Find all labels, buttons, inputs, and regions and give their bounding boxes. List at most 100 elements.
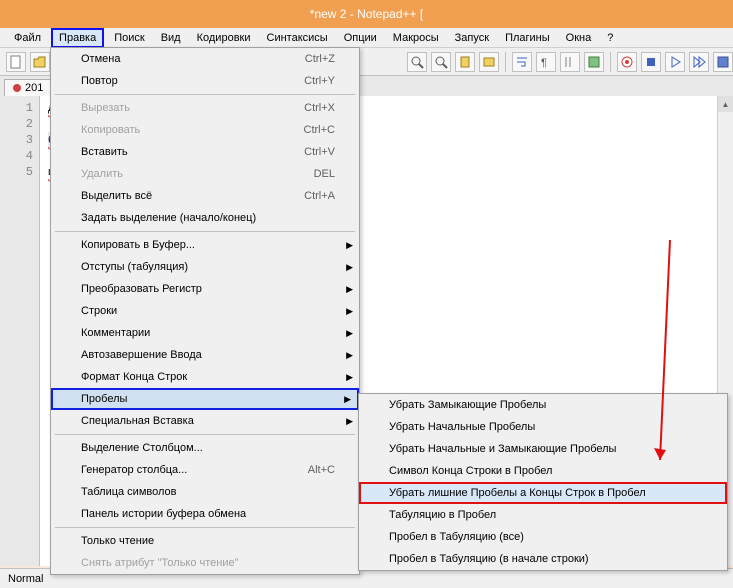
menu-item-label: Выделение Столбцом... (81, 442, 335, 454)
submenu-arrow-icon: ▶ (346, 372, 353, 383)
menu-item-label: Панель истории буфера обмена (81, 508, 335, 520)
menu-item-label: Табуляцию в Пробел (389, 509, 703, 521)
menu-item-label: Выделить всё (81, 190, 264, 202)
menu-item[interactable]: Табуляцию в Пробел (359, 504, 727, 526)
save-macro-icon[interactable] (713, 52, 733, 72)
menu-item[interactable]: Плагины (499, 30, 556, 46)
menu-item-label: Снять атрибут "Только чтение" (81, 557, 335, 569)
zoom-in-icon[interactable] (407, 52, 427, 72)
menu-item-label: Строки (81, 305, 335, 317)
toolbar-separator (610, 52, 611, 72)
menu-item: Снять атрибут "Только чтение" (51, 552, 359, 574)
menu-item: ВырезатьCtrl+X (51, 97, 359, 119)
menu-shortcut: Alt+C (308, 464, 335, 476)
menu-item[interactable]: ПовторCtrl+Y (51, 70, 359, 92)
menu-item[interactable]: Пробелы▶ (51, 388, 359, 410)
menu-item[interactable]: Вставить Ctrl+V (51, 141, 359, 163)
spaces-submenu: Убрать Замыкающие Пробелы Убрать Начальны… (358, 393, 728, 571)
menu-item[interactable]: Формат Конца Строк ▶ (51, 366, 359, 388)
menu-item[interactable]: Символ Конца Строки в Пробел (359, 460, 727, 482)
tab-label: 201 (25, 82, 43, 94)
menu-shortcut: Ctrl+X (304, 102, 335, 114)
menu-item[interactable]: Таблица символов (51, 481, 359, 503)
toolbar-separator (505, 52, 506, 72)
menu-separator (55, 527, 355, 528)
menu-item[interactable]: Опции (338, 30, 383, 46)
menu-item-label: Символ Конца Строки в Пробел (389, 465, 703, 477)
play-icon[interactable] (665, 52, 685, 72)
menu-item[interactable]: Запуск (449, 30, 495, 46)
menu-item-label: Пробел в Табуляцию (в начале строки) (389, 553, 703, 565)
menu-shortcut: Ctrl+A (304, 190, 335, 202)
show-chars-icon[interactable]: ¶ (536, 52, 556, 72)
file-tab[interactable]: 201 (4, 79, 52, 96)
menu-item-label: Задать выделение (начало/конец) (81, 212, 335, 224)
menu-item-label: Генератор столбца... (81, 464, 268, 476)
menu-item: УдалитьDEL (51, 163, 359, 185)
menu-item[interactable]: Окна (560, 30, 598, 46)
line-number: 1 (0, 100, 39, 116)
line-number: 2 (0, 116, 39, 132)
menu-item[interactable]: Пробел в Табуляцию (в начале строки) (359, 548, 727, 570)
indent-guide-icon[interactable] (560, 52, 580, 72)
menu-item[interactable]: Генератор столбца... Alt+C (51, 459, 359, 481)
menu-item[interactable]: Выделить всё Ctrl+A (51, 185, 359, 207)
menu-item[interactable]: Комментарии▶ (51, 322, 359, 344)
menu-item[interactable]: Панель истории буфера обмена (51, 503, 359, 525)
menu-shortcut: Ctrl+Z (305, 53, 335, 65)
menu-item-label: Формат Конца Строк (81, 371, 335, 383)
menu-item[interactable]: Отступы (табуляция)▶ (51, 256, 359, 278)
submenu-arrow-icon: ▶ (346, 262, 353, 273)
lang-icon[interactable] (584, 52, 604, 72)
menu-item[interactable]: Выделение Столбцом... (51, 437, 359, 459)
menu-item[interactable]: Правка (51, 28, 104, 48)
new-file-icon[interactable] (6, 52, 26, 72)
menu-item-label: Автозавершение Ввода (81, 349, 335, 361)
menu-item[interactable]: Автозавершение Ввода ▶ (51, 344, 359, 366)
play-multi-icon[interactable] (689, 52, 709, 72)
submenu-arrow-icon: ▶ (346, 350, 353, 361)
menu-item[interactable]: Только чтение (51, 530, 359, 552)
menu-item[interactable]: Копировать в Буфер...▶ (51, 234, 359, 256)
modified-indicator-icon (13, 84, 21, 92)
zoom-out-icon[interactable] (431, 52, 451, 72)
stop-icon[interactable] (641, 52, 661, 72)
menu-shortcut: Ctrl+Y (304, 75, 335, 87)
wordwrap-icon[interactable] (512, 52, 532, 72)
menu-separator (55, 94, 355, 95)
menu-item[interactable]: Преобразовать Регистр▶ (51, 278, 359, 300)
menu-item-label: Таблица символов (81, 486, 335, 498)
menu-item[interactable]: Убрать Начальные Пробелы (359, 416, 727, 438)
menu-shortcut: Ctrl+V (304, 146, 335, 158)
line-number: 5 (0, 164, 39, 180)
menu-separator (55, 434, 355, 435)
menu-item-label: Вставить (81, 146, 264, 158)
line-number: 4 (0, 148, 39, 164)
submenu-arrow-icon: ▶ (346, 306, 353, 317)
sync-h-icon[interactable] (479, 52, 499, 72)
menu-item-label: Специальная Вставка (81, 415, 335, 427)
menu-item-label: Отмена (81, 53, 265, 65)
menu-item[interactable]: Синтаксисы (261, 30, 334, 46)
menu-item[interactable]: Задать выделение (начало/конец) (51, 207, 359, 229)
menu-item[interactable]: Вид (155, 30, 187, 46)
scroll-up-icon[interactable]: ▲ (718, 96, 733, 112)
menu-item[interactable]: Убрать Замыкающие Пробелы (359, 394, 727, 416)
record-icon[interactable] (617, 52, 637, 72)
menu-item[interactable]: ? (601, 30, 619, 46)
menu-item[interactable]: Макросы (387, 30, 445, 46)
menu-item[interactable]: Пробел в Табуляцию (все) (359, 526, 727, 548)
menu-item[interactable]: Файл (8, 30, 47, 46)
open-file-icon[interactable] (30, 52, 50, 72)
menu-separator (55, 231, 355, 232)
sync-v-icon[interactable] (455, 52, 475, 72)
menu-item[interactable]: Поиск (108, 30, 150, 46)
menu-item[interactable]: Кодировки (191, 30, 257, 46)
menu-item[interactable]: Убрать лишние Пробелы а Концы Строк в Пр… (359, 482, 727, 504)
menu-item[interactable]: Строки ▶ (51, 300, 359, 322)
line-number: 3 (0, 132, 39, 148)
menu-item[interactable]: Специальная Вставка▶ (51, 410, 359, 432)
menu-item[interactable]: Отмена Ctrl+Z (51, 48, 359, 70)
menu-item[interactable]: Убрать Начальные и Замыкающие Пробелы (359, 438, 727, 460)
menu-item-label: Убрать Начальные Пробелы (389, 421, 703, 433)
